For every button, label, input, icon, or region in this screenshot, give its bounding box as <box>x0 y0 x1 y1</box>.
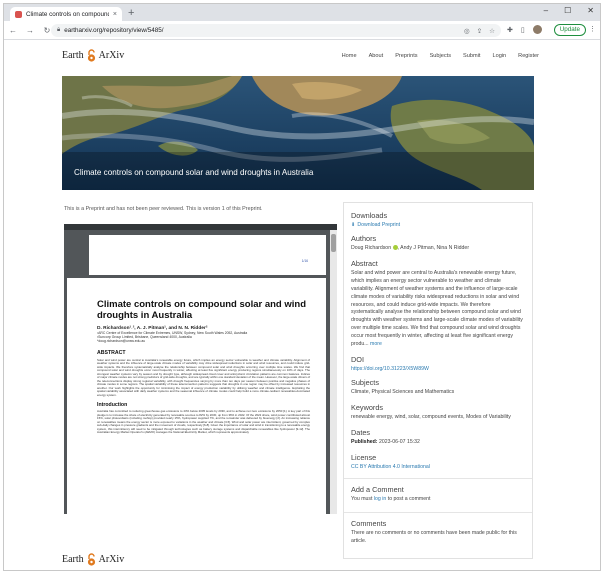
side-panel-icon[interactable]: ▯ <box>521 26 525 34</box>
comment-prompt-post: to post a comment <box>387 495 431 502</box>
published-value: 2023-06-07 15:32 <box>378 438 420 445</box>
nav-subjects[interactable]: Subjects <box>430 53 451 59</box>
keywords-text: renewable energy, wind, solar, compound … <box>351 413 511 420</box>
paper-intro-text: Australia has committed to reducing gree… <box>97 409 310 435</box>
close-tab-icon[interactable]: × <box>113 11 117 18</box>
close-window-button[interactable]: ✕ <box>587 6 594 15</box>
comments-heading: Comments <box>351 518 387 528</box>
forward-arrow-icon[interactable]: → <box>26 26 34 35</box>
authors-list: Doug Richardson , Andy J Pitman, Nina N … <box>351 245 524 253</box>
share-icon[interactable]: ⇪ <box>477 27 482 35</box>
update-button[interactable]: Update <box>553 24 586 36</box>
minimize-button[interactable]: – <box>544 6 548 15</box>
comment-login-prompt: You must log in to post a comment <box>351 496 524 504</box>
pdf-scrollbar[interactable] <box>330 230 337 514</box>
nav-home[interactable]: Home <box>342 53 357 59</box>
download-preprint-link[interactable]: ⬇ Download Preprint <box>351 222 524 228</box>
add-comment-heading: Add a Comment <box>351 484 404 494</box>
preprint-notice: This is a Preprint and has not been peer… <box>64 206 263 212</box>
pdf-page-cover: 1/16 <box>89 235 326 275</box>
google-lens-icon[interactable]: ◎ <box>464 27 470 35</box>
published-label: Published: <box>351 438 378 445</box>
published-date: Published: 2023-06-07 15:32 <box>351 439 524 447</box>
license-link[interactable]: CC BY Attribution 4.0 International <box>351 464 524 470</box>
nav-login[interactable]: Login <box>492 53 506 59</box>
hero-banner: Climate controls on compound solar and w… <box>62 76 534 190</box>
downloads-heading: Downloads <box>351 211 388 220</box>
browser-menu-icon[interactable]: ⋮ <box>589 25 596 33</box>
hero-title: Climate controls on compound solar and w… <box>74 168 314 177</box>
nav-preprints[interactable]: Preprints <box>395 53 417 59</box>
page-number-mark: 1/16 <box>301 259 308 263</box>
log-in-link[interactable]: log in <box>374 496 386 502</box>
tab-title: Climate controls on compound ... <box>26 10 109 18</box>
footer-logo-right: ArXiv <box>98 554 125 565</box>
browser-tab[interactable]: Climate controls on compound ... × <box>10 7 122 21</box>
download-preprint-label[interactable]: Download Preprint <box>357 222 400 228</box>
browser-window: Climate controls on compound ... × + – ☐… <box>3 3 601 571</box>
profile-avatar-icon[interactable] <box>532 25 542 34</box>
author-name: Doug Richardson <box>351 245 392 251</box>
url-omnibox[interactable]: 🔒︎ eartharxiv.org/repository/view/5485/ … <box>51 24 501 37</box>
eartharxiv-logo[interactable]: Earth ArXiv <box>62 49 124 62</box>
nav-register[interactable]: Register <box>518 53 539 59</box>
nav-about[interactable]: About <box>369 53 384 59</box>
comments-empty-text: There are no comments or no comments hav… <box>351 529 517 544</box>
nav-submit[interactable]: Submit <box>463 53 480 59</box>
pdf-toolbar <box>64 224 337 230</box>
doi-heading: DOI <box>351 354 364 364</box>
web-page: Earth ArXiv Home About Preprints Subject… <box>4 41 600 570</box>
license-heading: License <box>351 452 377 462</box>
pdf-page-content: Climate controls on compound solar and w… <box>67 278 326 514</box>
preprint-sidebar: Downloads ⬇ Download Preprint Authors Do… <box>343 202 533 559</box>
pdf-viewer[interactable]: 1/16 Climate controls on compound solar … <box>64 224 337 514</box>
subjects-text: Climate, Physical Sciences and Mathemati… <box>351 388 455 395</box>
site-header: Earth ArXiv Home About Preprints Subject… <box>4 41 600 75</box>
abstract-heading: Abstract <box>351 258 378 268</box>
maximize-button[interactable]: ☐ <box>564 6 571 15</box>
address-bar: ← → ↻ 🔒︎ eartharxiv.org/repository/view/… <box>4 21 600 40</box>
footer-logo-left: Earth <box>62 554 84 565</box>
paper-title: Climate controls on compound solar and w… <box>97 299 307 321</box>
authors-heading: Authors <box>351 234 377 243</box>
footer-logo[interactable]: Earth ArXiv <box>62 553 124 566</box>
subjects-heading: Subjects <box>351 377 379 387</box>
lock-icon[interactable]: 🔒︎ <box>57 27 60 34</box>
reload-icon[interactable]: ↻ <box>43 26 51 35</box>
author-names-rest: , Andy J Pitman, Nina N Ridder <box>397 245 470 251</box>
sidebar-divider <box>344 511 532 513</box>
extensions-puzzle-icon[interactable]: ✚ <box>507 26 513 34</box>
bookmark-star-icon[interactable]: ☆ <box>489 27 495 35</box>
abstract-more-link[interactable]: more <box>370 341 382 347</box>
logo-word-left: Earth <box>62 50 84 61</box>
paper-intro-heading: Introduction <box>97 402 128 409</box>
paper-affiliation: *doug.richardson@unsw.edu.au <box>97 339 146 344</box>
new-tab-button[interactable]: + <box>128 7 134 19</box>
abstract-body: Solar and wind power are central to Aust… <box>351 269 523 348</box>
open-lock-icon <box>87 553 95 566</box>
dates-heading: Dates <box>351 427 371 437</box>
site-nav-links: Home About Preprints Subjects Submit Log… <box>342 53 539 59</box>
window-controls: – ☐ ✕ <box>544 6 594 15</box>
keywords-heading: Keywords <box>351 402 384 412</box>
site-favicon-icon <box>15 10 22 18</box>
doi-link[interactable]: https://doi.org/10.31223/X5W89W <box>351 366 524 372</box>
pdf-scrollbar-thumb[interactable] <box>331 234 336 252</box>
download-icon: ⬇ <box>351 222 356 228</box>
paper-abstract-text: Solar and wind power are central to Aust… <box>97 357 310 397</box>
open-lock-icon <box>87 49 95 62</box>
paper-abstract-heading: ABSTRACT <box>97 349 126 356</box>
logo-word-right: ArXiv <box>98 50 125 61</box>
comment-prompt-pre: You must <box>351 495 373 502</box>
back-arrow-icon[interactable]: ← <box>9 26 17 35</box>
abstract-text: Solar and wind power are central to Aust… <box>351 270 524 349</box>
url-text[interactable]: eartharxiv.org/repository/view/5485/ <box>64 27 460 34</box>
sidebar-divider <box>344 477 532 479</box>
tab-strip: Climate controls on compound ... × + – ☐… <box>4 4 600 21</box>
